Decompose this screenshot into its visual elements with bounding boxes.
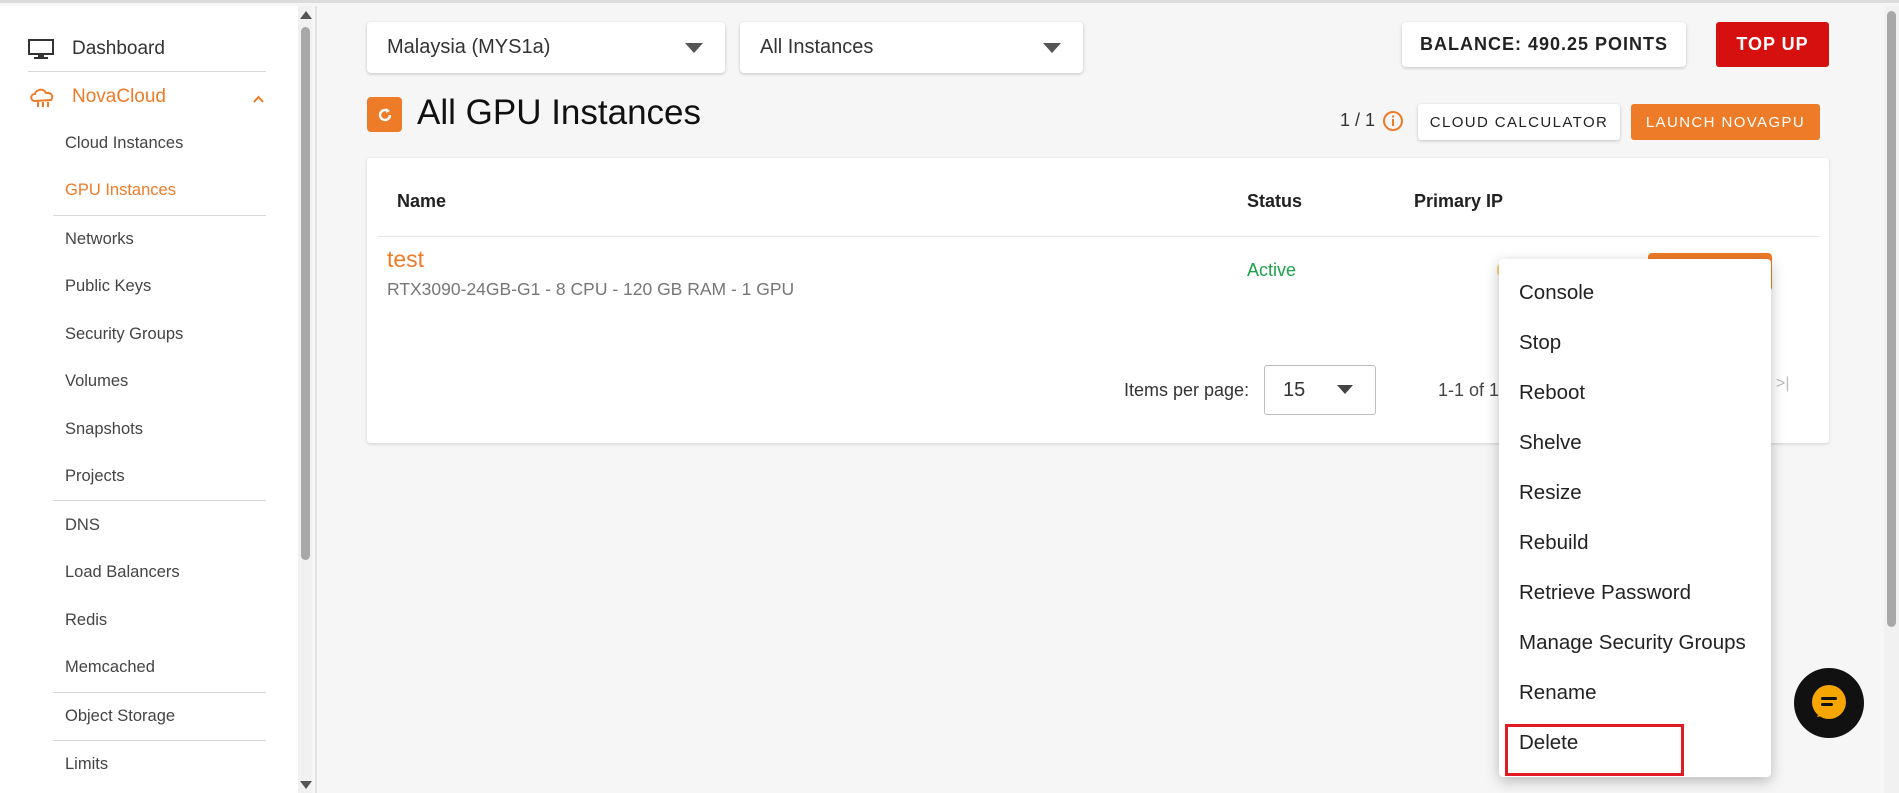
sidebar-item-label: Dashboard: [72, 38, 165, 59]
refresh-icon: [378, 107, 391, 121]
sidebar-item-security-groups[interactable]: Security Groups: [65, 325, 183, 344]
instance-counter: 1 / 1: [1340, 110, 1376, 130]
sidebar-item-public-keys[interactable]: Public Keys: [65, 277, 151, 296]
divider: [28, 71, 266, 72]
status-badge: Active: [1247, 260, 1297, 280]
cloud-calculator-button[interactable]: CLOUD CALCULATOR: [1418, 104, 1620, 140]
items-per-page-label: Items per page:: [1124, 380, 1250, 400]
divider: [53, 500, 266, 501]
scroll-up-arrow[interactable]: [300, 11, 312, 19]
menu-item-reboot[interactable]: Reboot: [1519, 381, 1585, 405]
menu-item-manage-security-groups[interactable]: Manage Security Groups: [1519, 631, 1746, 655]
sidebar-item-networks[interactable]: Networks: [65, 230, 134, 249]
sidebar-item-novacloud[interactable]: NovaCloud: [0, 76, 166, 118]
caret-down-icon: [1043, 43, 1061, 53]
sidebar: Dashboard NovaCloud Cloud Instances GPU …: [0, 6, 300, 793]
items-per-page-value: 15: [1283, 379, 1306, 401]
sidebar-item-volumes[interactable]: Volumes: [65, 372, 128, 391]
launch-novagpu-button[interactable]: LAUNCH NOVAGPU: [1631, 104, 1820, 140]
topup-button[interactable]: TOP UP: [1716, 22, 1829, 67]
sidebar-item-redis[interactable]: Redis: [65, 611, 107, 630]
divider: [53, 215, 266, 216]
pagination-range: 1-1 of 1: [1438, 380, 1500, 400]
page-title: All GPU Instances: [417, 93, 701, 132]
sidebar-scrollbar-thumb[interactable]: [301, 27, 310, 560]
sidebar-item-memcached[interactable]: Memcached: [65, 658, 155, 677]
divider: [53, 692, 266, 693]
instance-filter-select[interactable]: All Instances: [740, 22, 1083, 73]
scroll-down-arrow[interactable]: [300, 781, 312, 789]
menu-item-stop[interactable]: Stop: [1519, 331, 1561, 355]
refresh-button[interactable]: [367, 97, 402, 132]
divider: [53, 740, 266, 741]
chevron-up-icon[interactable]: [253, 94, 264, 105]
sidebar-item-label: NovaCloud: [72, 86, 166, 107]
last-page-icon[interactable]: >|: [1776, 375, 1790, 393]
page-scrollbar-thumb[interactable]: [1887, 11, 1896, 627]
cloud-icon: [28, 86, 56, 108]
menu-item-resize[interactable]: Resize: [1519, 481, 1582, 505]
sidebar-item-snapshots[interactable]: Snapshots: [65, 420, 143, 439]
delete-highlight: [1505, 724, 1684, 776]
sidebar-item-gpu-instances[interactable]: GPU Instances: [65, 181, 176, 200]
instance-name-link[interactable]: test: [387, 246, 424, 273]
info-icon[interactable]: [1382, 110, 1404, 132]
items-per-page-select[interactable]: [1264, 365, 1376, 415]
balance-display: BALANCE: 490.25 POINTS: [1402, 22, 1686, 67]
sidebar-item-cloud-instances[interactable]: Cloud Instances: [65, 134, 183, 153]
caret-down-icon: [685, 43, 703, 53]
sidebar-item-object-storage[interactable]: Object Storage: [65, 707, 175, 726]
sidebar-item-load-balancers[interactable]: Load Balancers: [65, 563, 180, 582]
menu-item-retrieve-password[interactable]: Retrieve Password: [1519, 581, 1691, 605]
divider: [378, 236, 1819, 237]
region-select-value: Malaysia (MYS1a): [387, 36, 551, 58]
sidebar-item-projects[interactable]: Projects: [65, 467, 125, 486]
column-header-name: Name: [397, 191, 447, 211]
monitor-icon: [28, 38, 56, 60]
caret-down-icon: [1337, 385, 1353, 394]
sidebar-item-dashboard[interactable]: Dashboard: [0, 28, 165, 70]
menu-item-shelve[interactable]: Shelve: [1519, 431, 1582, 455]
divider: [315, 6, 317, 793]
sidebar-item-dns[interactable]: DNS: [65, 516, 100, 535]
region-select[interactable]: Malaysia (MYS1a): [367, 22, 725, 73]
chat-icon: [1812, 685, 1846, 719]
column-header-primary-ip: Primary IP: [1414, 191, 1504, 211]
column-header-status: Status: [1247, 191, 1303, 211]
menu-item-rebuild[interactable]: Rebuild: [1519, 531, 1589, 555]
sidebar-item-limits[interactable]: Limits: [65, 755, 108, 774]
chat-button[interactable]: [1794, 668, 1864, 738]
instance-filter-value: All Instances: [760, 36, 874, 58]
menu-item-console[interactable]: Console: [1519, 281, 1594, 305]
menu-item-rename[interactable]: Rename: [1519, 681, 1597, 705]
instance-spec: RTX3090-24GB-G1 - 8 CPU - 120 GB RAM - 1…: [387, 279, 795, 299]
